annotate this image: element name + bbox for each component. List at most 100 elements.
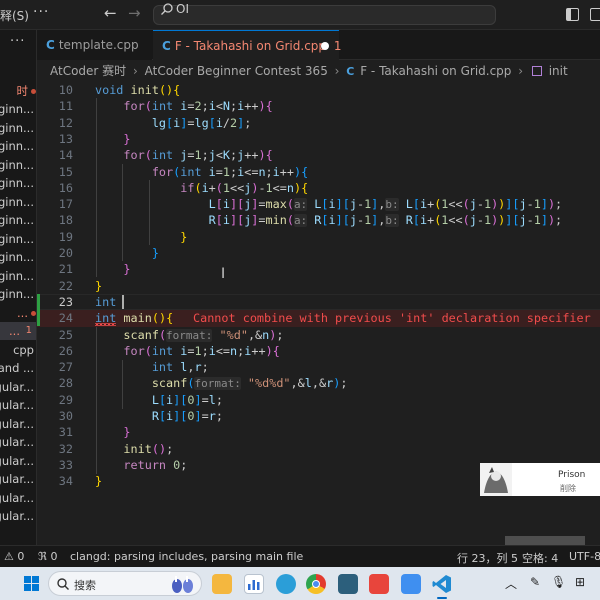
file-item[interactable]: ginn...: [0, 100, 36, 118]
unsaved-dot-icon[interactable]: [321, 42, 329, 50]
file-item-label: ginn...: [0, 139, 34, 153]
file-item[interactable]: egular...: [0, 452, 36, 470]
file-item[interactable]: ginn...: [0, 285, 36, 303]
file-item[interactable]: egular...: [0, 415, 36, 433]
line-number: 34: [58, 474, 73, 489]
code-line: scanf(format: "%d",&n);: [123, 327, 284, 342]
chrome-browser-icon[interactable]: [306, 574, 326, 594]
file-item[interactable]: ginn...: [0, 248, 36, 266]
task-manager-icon[interactable]: [244, 574, 264, 594]
cpp-file-icon: C: [46, 38, 55, 52]
breadcrumb-file[interactable]: F - Takahashi on Grid.cpp: [360, 64, 511, 78]
inline-error-message: Cannot combine with previous 'int' decla…: [193, 311, 591, 326]
file-item[interactable]: and ...: [0, 359, 36, 377]
line-number: 28: [58, 376, 73, 391]
breadcrumb-folder[interactable]: AtCoder 赛时: [50, 64, 126, 78]
file-item[interactable]: ginn...: [0, 137, 36, 155]
taskbar-search-box[interactable]: 搜索: [48, 571, 202, 596]
clangd-status[interactable]: clangd: parsing includes, parsing main f…: [70, 550, 303, 563]
file-item[interactable]: ginn...: [0, 174, 36, 192]
edge-browser-icon[interactable]: [276, 574, 296, 594]
floating-popup[interactable]: Prison 削除: [480, 463, 600, 496]
command-center-search[interactable]: [153, 5, 496, 25]
sidebar-more-icon[interactable]: ···: [10, 34, 25, 49]
file-item[interactable]: egular...: [0, 378, 36, 396]
error-count-badge: 1: [25, 325, 32, 336]
file-item-label: egular...: [0, 509, 34, 523]
cloud-app-icon[interactable]: [401, 574, 421, 594]
encoding[interactable]: UTF-8: [569, 550, 600, 563]
error-squiggle: [95, 323, 116, 326]
line-number: 19: [58, 229, 73, 244]
menu-selection[interactable]: 释(S): [0, 7, 29, 24]
code-line: }: [151, 246, 159, 260]
search-icon: [57, 578, 69, 590]
file-item[interactable]: 时: [0, 82, 36, 100]
code-line: }: [95, 474, 103, 489]
code-line: init();: [123, 441, 174, 456]
toggle-sidebar-icon[interactable]: [566, 8, 579, 21]
file-item-label: ...: [17, 306, 28, 320]
file-item-label: egular...: [0, 380, 34, 394]
breadcrumb-folder[interactable]: AtCoder Beginner Contest 365: [145, 64, 328, 78]
mouse-ibeam-cursor: Ι: [221, 266, 226, 282]
breadcrumb-symbol[interactable]: init: [549, 64, 568, 78]
forward-arrow-icon[interactable]: →: [128, 4, 141, 22]
windows-start-icon[interactable]: [24, 576, 40, 592]
file-item-label: egular...: [0, 491, 34, 505]
cursor-position[interactable]: 行 23，列 5: [457, 550, 518, 566]
file-item[interactable]: cpp: [0, 341, 36, 359]
red-app-icon[interactable]: [369, 574, 389, 594]
toggle-panel-icon[interactable]: [590, 8, 600, 21]
code-line: if(i+(1<<j)-1<=n){: [180, 180, 309, 195]
file-item[interactable]: egular...: [0, 433, 36, 451]
file-item[interactable]: ginn...: [0, 230, 36, 248]
line-number: 11: [58, 99, 73, 114]
file-item[interactable]: ginn...: [0, 119, 36, 137]
file-item[interactable]: ginn...: [0, 193, 36, 211]
tab-template-cpp[interactable]: Ctemplate.cpp: [37, 30, 152, 60]
ports-indicator[interactable]: ℜ 0: [38, 550, 57, 563]
file-item-label: ginn...: [0, 102, 34, 116]
more-menu-icon[interactable]: ···: [33, 4, 49, 20]
line-number: 10: [58, 83, 73, 97]
search-highlight-icon: [172, 576, 193, 593]
line-number: 33: [58, 457, 73, 472]
file-item[interactable]: ginn...: [0, 156, 36, 174]
file-item[interactable]: egular...: [0, 489, 36, 507]
tray-chevron-icon[interactable]: ︿: [505, 575, 517, 592]
file-item[interactable]: egular...: [0, 396, 36, 414]
back-arrow-icon[interactable]: ←: [104, 4, 117, 22]
search-icon: [161, 3, 173, 15]
file-item[interactable]: ginn...: [0, 267, 36, 285]
file-explorer-icon[interactable]: [212, 574, 232, 594]
line-number: 13: [58, 131, 73, 146]
pen-menu-icon[interactable]: ✎: [530, 575, 540, 589]
vscode-app-icon[interactable]: [432, 574, 452, 599]
indentation[interactable]: 空格: 4: [522, 550, 558, 566]
file-item[interactable]: egular...: [0, 470, 36, 488]
popup-thumbnail-image: [480, 463, 512, 496]
code-line: scanf(format: "%d%d",&l,&r);: [151, 376, 348, 391]
code-line: L[i][j]=max(a: L[i][j-1],b: L[i+(1<<(j-1…: [208, 197, 563, 212]
network-icon[interactable]: ⊞: [575, 575, 585, 589]
file-item-label: egular...: [0, 454, 34, 468]
file-item[interactable]: ginn...: [0, 211, 36, 229]
tab-problem-count: 1: [333, 39, 342, 53]
cpp-file-icon: C: [162, 39, 171, 53]
tab-takahashi-on-grid[interactable]: CF - Takahashi on Grid.cpp 1: [153, 30, 342, 60]
error-count[interactable]: ⚠ 0: [4, 550, 24, 563]
tab-label: F - Takahashi on Grid.cpp: [174, 39, 327, 53]
code-line: for(int i=2;i<N;i++){: [123, 99, 273, 114]
file-item-label: cpp: [13, 343, 34, 357]
store-app-icon[interactable]: [338, 574, 358, 594]
line-number: 17: [58, 197, 73, 212]
file-item-label: ginn...: [0, 158, 34, 172]
code-line: }: [123, 131, 131, 146]
file-item-active[interactable]: ... 1: [0, 322, 36, 340]
file-item-label: ginn...: [0, 269, 34, 283]
file-item[interactable]: egular...: [0, 507, 36, 525]
scrollbar-thumb[interactable]: [505, 536, 585, 545]
microphone-icon[interactable]: 🎙: [551, 575, 566, 589]
file-item[interactable]: ...: [0, 304, 36, 322]
